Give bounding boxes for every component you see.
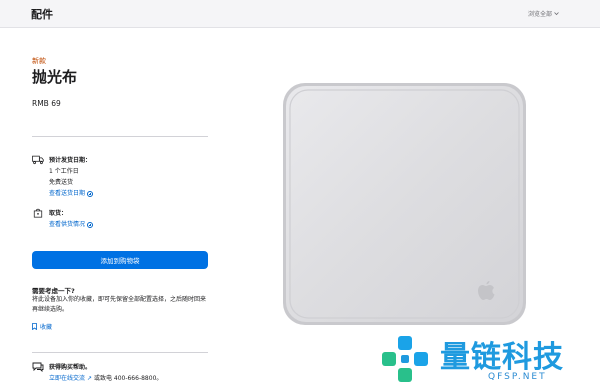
check-availability-label: 查看供货情况	[49, 221, 86, 228]
divider	[32, 136, 208, 137]
live-chat-label: 立即在线交流	[49, 375, 86, 382]
pickup-title: 取货：	[49, 210, 68, 217]
browse-all-link[interactable]: 浏览全部	[528, 9, 559, 18]
check-delivery-link[interactable]: 查看送货日期	[49, 188, 94, 199]
consider-description: 将此设备加入你的收藏，即可先保留全部配置选择，之后随时回来再继续选购。	[32, 296, 207, 313]
add-to-bag-button[interactable]: 添加到购物袋	[32, 251, 208, 269]
delivery-title: 预计发货日期：	[49, 157, 92, 164]
top-bar: 配件 浏览全部	[0, 0, 600, 28]
truck-icon	[32, 155, 44, 165]
phone-text: 或致电 400-666-8800。	[93, 375, 163, 382]
browse-all-label: 浏览全部	[527, 11, 552, 18]
watermark-subtext: QFSP.NET	[488, 372, 547, 382]
watermark-logo-icon	[382, 336, 428, 382]
save-to-favorites-link[interactable]: 收藏	[32, 322, 52, 331]
polishing-cloth-image	[283, 83, 526, 325]
watermark: 量链科技 QFSP.NET	[380, 328, 600, 389]
chevron-down-icon	[554, 12, 559, 16]
arrow-up-right-icon: ↗	[87, 375, 93, 382]
product-price: RMB 69	[32, 99, 61, 108]
chat-bubble-icon	[32, 362, 44, 372]
store-bag-icon	[33, 208, 43, 218]
divider	[32, 352, 208, 353]
plus-circle-icon	[87, 221, 94, 228]
consider-title: 需要考虑一下?	[32, 287, 75, 295]
check-availability-link[interactable]: 查看供货情况	[49, 219, 94, 230]
product-title: 抛光布	[32, 68, 78, 86]
watermark-text: 量链科技	[440, 340, 564, 375]
plus-circle-icon	[87, 190, 94, 197]
save-label: 收藏	[40, 324, 53, 331]
delivery-time: 1 个工作日	[49, 168, 79, 175]
live-chat-link[interactable]: 立即在线交流 ↗	[49, 373, 92, 384]
new-badge: 新款	[32, 57, 46, 65]
check-delivery-label: 查看送货日期	[49, 190, 86, 197]
help-title: 获得购买帮助。	[49, 364, 92, 371]
page-section-title: 配件	[31, 8, 53, 21]
bookmark-icon	[32, 323, 37, 330]
delivery-free: 免费送货	[49, 179, 74, 186]
